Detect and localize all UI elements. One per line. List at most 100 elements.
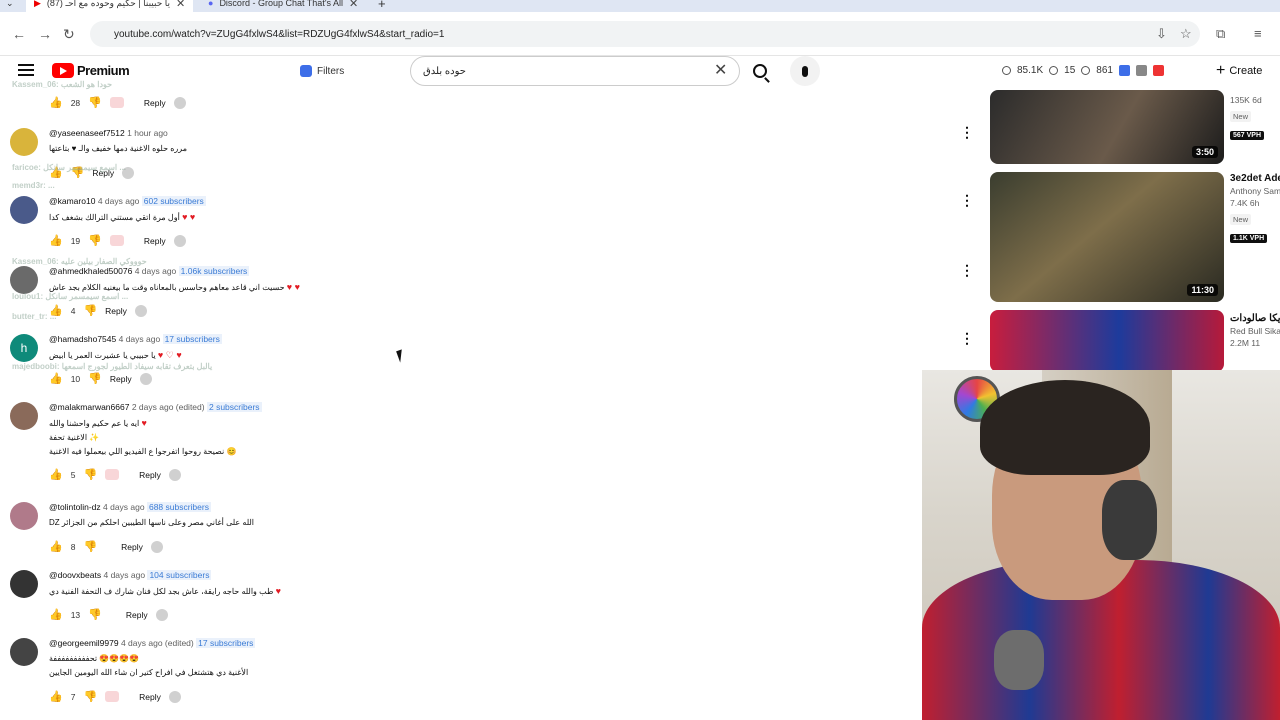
like-icon[interactable]: 👍 (49, 372, 63, 385)
ai-reply-icon[interactable] (173, 96, 186, 109)
video-meta[interactable]: حلا | مع السلامة مريكا صالودات Red Bull … (1230, 312, 1280, 349)
avatar[interactable] (10, 266, 38, 294)
more-options-icon[interactable]: ⋮ (960, 124, 974, 141)
vph-badge: 1.1K VPH (1230, 234, 1268, 243)
ai-reply-icon[interactable] (173, 234, 186, 247)
like-icon[interactable]: 👍 (49, 468, 63, 481)
search-button[interactable] (740, 56, 780, 86)
comment-time[interactable]: 4 days ago (98, 196, 140, 206)
like-icon[interactable]: 👍 (49, 608, 63, 621)
ai-reply-icon[interactable] (139, 372, 152, 385)
dislike-icon[interactable]: 👎 (88, 372, 102, 385)
comment-handle[interactable]: @tolintolin-dz (49, 502, 101, 512)
notification-icon[interactable] (1152, 65, 1164, 76)
comment-handle[interactable]: @yaseenaseef7512 (49, 128, 125, 138)
clock-icon (1002, 66, 1011, 75)
search-input[interactable]: حوده بلدق (410, 56, 740, 86)
comment-handle[interactable]: @doovxbeats (49, 570, 101, 580)
ai-reply-icon[interactable] (168, 690, 181, 703)
dislike-icon[interactable]: 👎 (88, 608, 102, 621)
clear-search-icon[interactable]: ✕ (714, 60, 727, 80)
dislike-icon[interactable]: 👎 (88, 234, 102, 247)
comment-header: @doovxbeats 4 days ago 104 subscribers (49, 570, 212, 580)
close-tab-icon[interactable]: ✕ (349, 0, 358, 10)
ai-reply-icon[interactable] (155, 608, 168, 621)
avatar[interactable] (10, 402, 38, 430)
forward-icon[interactable]: → (38, 26, 52, 42)
comment-time[interactable]: 2 days ago (edited) (132, 402, 205, 412)
back-icon[interactable]: ← (12, 26, 26, 42)
comment-handle[interactable]: @ahmedkhaled50076 (49, 266, 132, 276)
comment-time[interactable]: 4 days ago (103, 570, 145, 580)
ai-reply-icon[interactable] (150, 540, 163, 553)
video-title: حلا | مع السلامة مريكا صالودات (1230, 313, 1280, 324)
reply-button[interactable]: Reply (139, 692, 161, 702)
more-options-icon[interactable]: ⋮ (960, 192, 974, 209)
comment-time[interactable]: 4 days ago (103, 502, 145, 512)
like-icon[interactable]: 👍 (49, 690, 63, 703)
dislike-icon[interactable]: 👎 (83, 304, 97, 317)
reply-button[interactable]: Reply (105, 306, 127, 316)
new-tab-button[interactable]: + (378, 0, 386, 12)
comment-text: 😍😍😍😍 تحفففففففففة الأغنية دي هتشتغل في ا… (49, 652, 248, 680)
comment-handle[interactable]: @hamadsho7545 (49, 334, 116, 344)
like-icon[interactable]: 👍 (49, 96, 63, 109)
microphone-icon (994, 630, 1044, 690)
avatar[interactable] (10, 196, 38, 224)
comment-time[interactable]: 4 days ago (119, 334, 161, 344)
creator-heart-icon (109, 97, 124, 108)
avatar[interactable] (10, 128, 38, 156)
more-options-icon[interactable]: ⋮ (960, 330, 974, 347)
avatar[interactable]: h (10, 334, 38, 362)
filters-button[interactable]: Filters (292, 60, 352, 82)
video-meta[interactable]: 135K 6d New 567 VPH (1230, 94, 1280, 142)
browser-tab-discord[interactable]: ● Discord - Group Chat That's All ✕ (208, 0, 358, 12)
dislike-icon[interactable]: 👎 (88, 96, 102, 109)
avatar[interactable] (10, 502, 38, 530)
browser-menu-icon[interactable]: ≡ (1254, 26, 1262, 41)
ai-reply-icon[interactable] (134, 304, 147, 317)
extension-stats: 85.1K 15 861 (1002, 65, 1164, 76)
comment-line: تحفففففففففة (49, 654, 98, 663)
reply-button[interactable]: Reply (144, 98, 166, 108)
comment-handle[interactable]: @georgeemil9979 (49, 638, 119, 648)
address-bar[interactable]: youtube.com/watch?v=ZUgG4fxlwS4&list=RDZ… (90, 21, 1200, 47)
extensions-icon[interactable]: ⧉ (1216, 26, 1225, 42)
like-icon[interactable]: 👍 (49, 234, 63, 247)
tab-list-button[interactable]: ⌄ (6, 0, 14, 12)
extension-icon[interactable] (1118, 65, 1130, 76)
comment-time[interactable]: 1 hour ago (127, 128, 168, 138)
more-options-icon[interactable]: ⋮ (960, 262, 974, 279)
bookmark-star-icon[interactable]: ☆ (1180, 26, 1192, 42)
comment-handle[interactable]: @malakmarwan6667 (49, 402, 129, 412)
voice-search-button[interactable] (790, 56, 820, 86)
video-thumbnail[interactable]: 3:50 (990, 90, 1224, 164)
reload-icon[interactable]: ↻ (63, 26, 75, 43)
hamburger-menu-icon[interactable] (18, 64, 34, 76)
avatar[interactable] (10, 638, 38, 666)
create-button[interactable]: + Create (1216, 60, 1262, 82)
dislike-icon[interactable]: 👎 (83, 540, 97, 553)
video-meta[interactable]: 3e2det Ade Uranium [D Samarany ] Anthony… (1230, 172, 1280, 245)
reply-button[interactable]: Reply (110, 374, 132, 384)
like-icon[interactable]: 👍 (49, 540, 63, 553)
dislike-icon[interactable]: 👎 (83, 690, 97, 703)
dislike-icon[interactable]: 👎 (83, 468, 97, 481)
avatar[interactable] (10, 570, 38, 598)
comment-time[interactable]: 4 days ago (edited) (121, 638, 194, 648)
comment-handle[interactable]: @kamaro10 (49, 196, 95, 206)
reply-button[interactable]: Reply (144, 236, 166, 246)
close-tab-icon[interactable]: ✕ (176, 0, 185, 10)
reply-button[interactable]: Reply (121, 542, 143, 552)
install-app-icon[interactable]: ⇩ (1156, 26, 1167, 42)
browser-tab-youtube[interactable]: ▶ (87) يا حبيبنا | حكيم وحوده مع أحـ ✕ (26, 0, 194, 12)
queue-icon[interactable] (1135, 65, 1147, 76)
video-thumbnail[interactable]: 11:30 (990, 172, 1224, 302)
youtube-logo[interactable]: Premium (52, 63, 130, 78)
reply-button[interactable]: Reply (139, 470, 161, 480)
like-count: 10 (70, 373, 81, 384)
comment-time[interactable]: 4 days ago (135, 266, 177, 276)
ai-reply-icon[interactable] (168, 468, 181, 481)
video-thumbnail[interactable] (990, 310, 1224, 372)
reply-button[interactable]: Reply (126, 610, 148, 620)
